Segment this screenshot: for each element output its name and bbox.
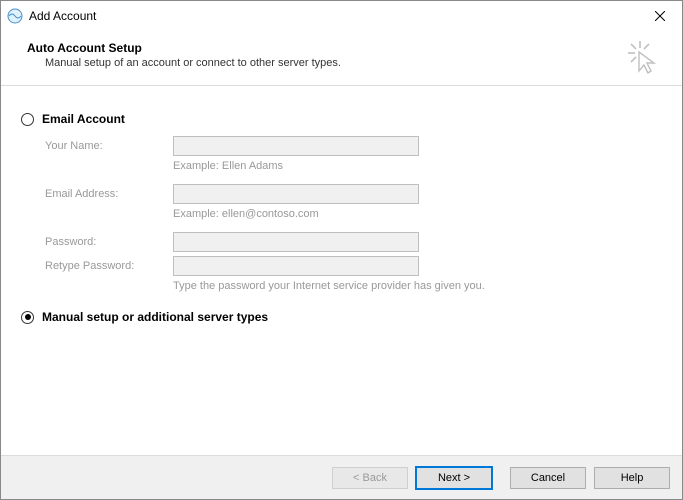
cancel-button[interactable]: Cancel: [510, 467, 586, 489]
name-hint: Example: Ellen Adams: [173, 160, 662, 172]
radio-manual-setup[interactable]: Manual setup or additional server types: [21, 310, 662, 324]
email-label: Email Address:: [45, 188, 173, 200]
next-button[interactable]: Next >: [416, 467, 492, 489]
radio-email-account[interactable]: Email Account: [21, 112, 662, 126]
email-hint: Example: ellen@contoso.com: [173, 208, 662, 220]
radio-label: Email Account: [42, 112, 125, 126]
close-button[interactable]: [638, 1, 682, 31]
retype-label: Retype Password:: [45, 260, 173, 272]
header-subtitle: Manual setup of an account or connect to…: [45, 57, 666, 69]
help-button[interactable]: Help: [594, 467, 670, 489]
close-icon: [655, 11, 665, 21]
cursor-click-icon: [626, 39, 662, 78]
name-input: [173, 136, 419, 156]
wizard-content: Email Account Your Name: Example: Ellen …: [1, 86, 682, 344]
wizard-header: Auto Account Setup Manual setup of an ac…: [1, 31, 682, 86]
radio-icon: [21, 311, 34, 324]
wizard-footer: < Back Next > Cancel Help: [1, 455, 682, 499]
retype-password-input: [173, 256, 419, 276]
radio-label: Manual setup or additional server types: [42, 310, 268, 324]
radio-icon: [21, 113, 34, 126]
name-label: Your Name:: [45, 140, 173, 152]
password-label: Password:: [45, 236, 173, 248]
email-account-form: Your Name: Example: Ellen Adams Email Ad…: [45, 136, 662, 292]
password-hint: Type the password your Internet service …: [173, 280, 662, 292]
header-title: Auto Account Setup: [27, 41, 666, 55]
window-title: Add Account: [29, 9, 96, 23]
app-icon: [7, 8, 23, 24]
email-input: [173, 184, 419, 204]
back-button: < Back: [332, 467, 408, 489]
password-input: [173, 232, 419, 252]
titlebar: Add Account: [1, 1, 682, 31]
